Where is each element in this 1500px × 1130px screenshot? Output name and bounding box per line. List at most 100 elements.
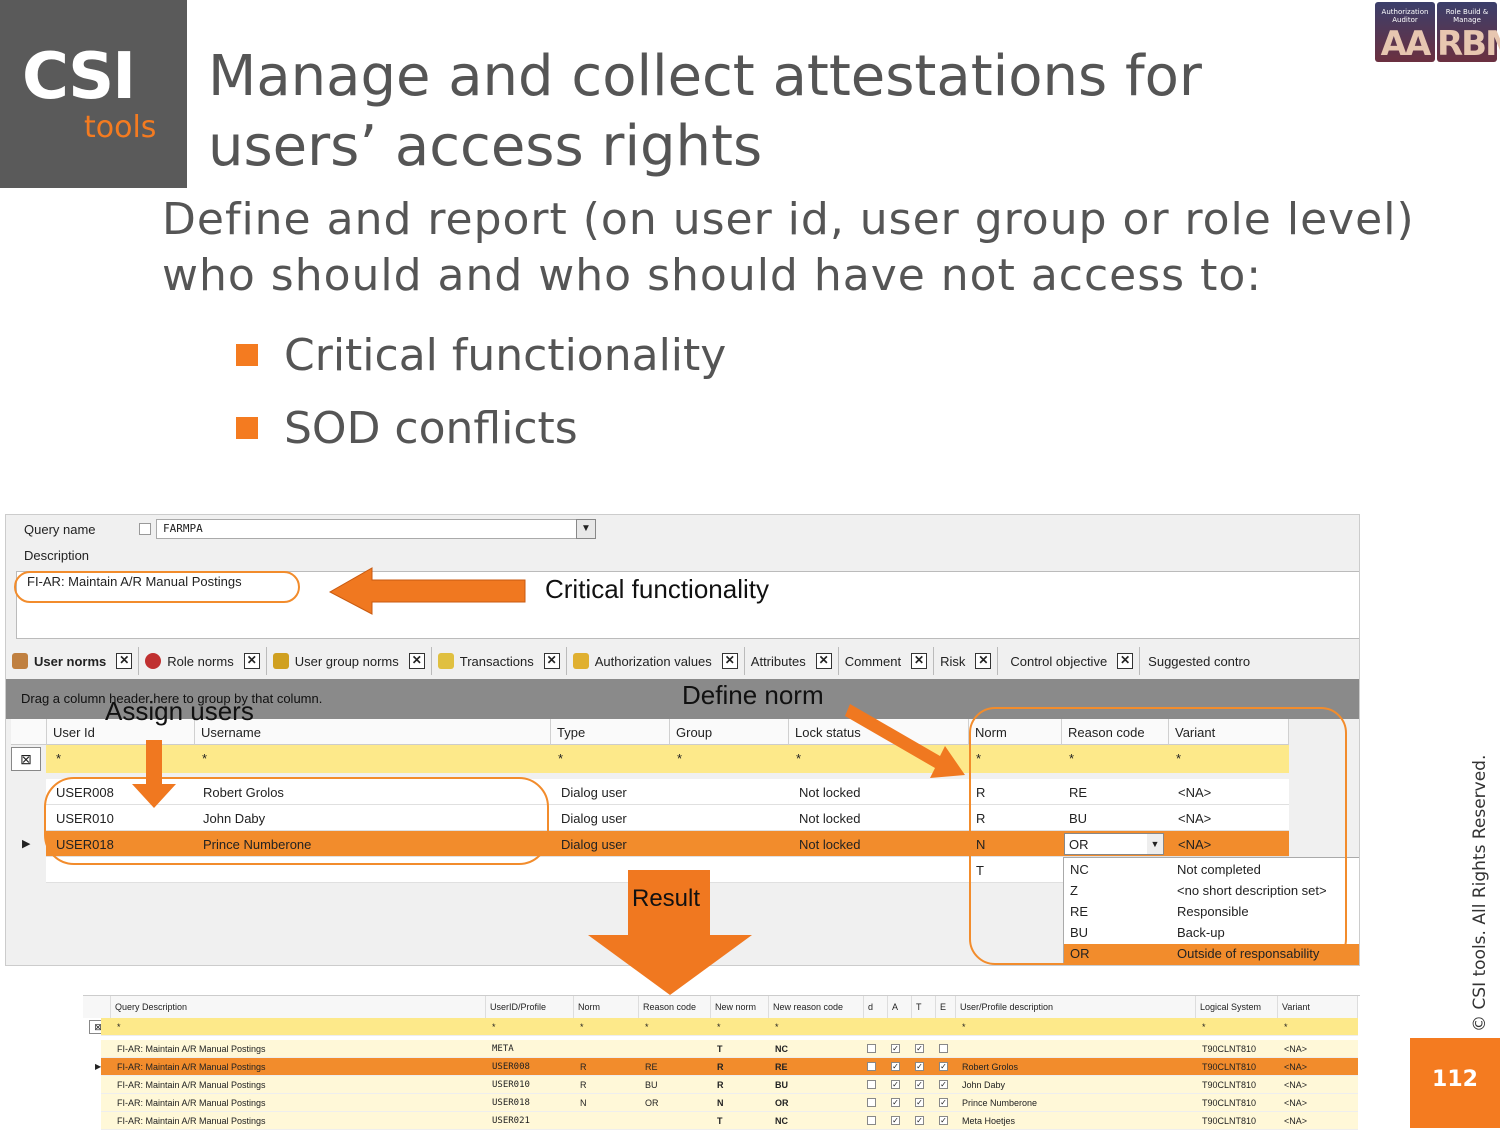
- cell-sys: T90CLNT810: [1202, 1044, 1257, 1054]
- callout-define-norm: Define norm: [682, 680, 824, 710]
- checkbox-d[interactable]: [867, 1098, 876, 1107]
- cell-desc: FI-AR: Maintain A/R Manual Postings: [117, 1116, 266, 1126]
- cell-udesc: Meta Hoetjes: [962, 1116, 1016, 1126]
- arrow-diagonal-icon: [845, 704, 965, 778]
- cell-norm: R: [580, 1080, 587, 1090]
- table-row[interactable]: FI-AR: Maintain A/R Manual Postings USER0…: [101, 1094, 1358, 1112]
- filter-cell[interactable]: *: [117, 1022, 121, 1032]
- row-indicator-header: [83, 996, 111, 1018]
- table-row[interactable]: FI-AR: Maintain A/R Manual Postings USER0…: [101, 1112, 1358, 1130]
- result-grid-screenshot: Query Description UserID/Profile Norm Re…: [83, 995, 1360, 1130]
- cell-sys: T90CLNT810: [1202, 1116, 1257, 1126]
- filter-row[interactable]: * * * * * * * * *: [101, 1018, 1358, 1036]
- filter-cell[interactable]: *: [1202, 1022, 1206, 1032]
- cell-udesc: John Daby: [962, 1080, 1006, 1090]
- col-reason-code[interactable]: Reason code: [639, 996, 711, 1018]
- cell-new-reason: BU: [775, 1080, 788, 1090]
- cell-norm: N: [580, 1098, 587, 1108]
- checkbox-t[interactable]: ✓: [915, 1116, 924, 1125]
- filter-cell[interactable]: *: [775, 1022, 779, 1032]
- cell-udesc: Prince Numberone: [962, 1098, 1038, 1108]
- checkbox-d[interactable]: [867, 1116, 876, 1125]
- cell-reason: BU: [645, 1080, 658, 1090]
- checkbox-e[interactable]: ✓: [939, 1080, 948, 1089]
- checkbox-a[interactable]: ✓: [891, 1098, 900, 1107]
- cell-new-norm: R: [717, 1080, 724, 1090]
- checkbox-e[interactable]: ✓: [939, 1062, 948, 1071]
- checkbox-e[interactable]: [939, 1044, 948, 1053]
- cell-reason: RE: [645, 1062, 658, 1072]
- col-norm[interactable]: Norm: [574, 996, 639, 1018]
- cell-sys: T90CLNT810: [1202, 1062, 1257, 1072]
- checkbox-t[interactable]: ✓: [915, 1098, 924, 1107]
- cell-desc: FI-AR: Maintain A/R Manual Postings: [117, 1062, 266, 1072]
- callout-result: Result: [632, 885, 701, 912]
- col-new-reason-code[interactable]: New reason code: [769, 996, 864, 1018]
- cell-sys: T90CLNT810: [1202, 1098, 1257, 1108]
- checkbox-a[interactable]: ✓: [891, 1044, 900, 1053]
- arrow-down-icon: [132, 740, 176, 808]
- col-query-description[interactable]: Query Description: [111, 996, 486, 1018]
- arrow-left-icon: [328, 567, 526, 615]
- col-new-norm[interactable]: New norm: [711, 996, 769, 1018]
- filter-cell[interactable]: *: [492, 1022, 496, 1032]
- checkbox-t[interactable]: ✓: [915, 1080, 924, 1089]
- cell-variant: <NA>: [1284, 1080, 1308, 1090]
- checkbox-a[interactable]: ✓: [891, 1116, 900, 1125]
- cell-uid: USER018: [492, 1098, 530, 1108]
- callout-assign-users: Assign users: [105, 696, 254, 726]
- callout-critical-functionality: Critical functionality: [545, 574, 769, 604]
- cell-desc: FI-AR: Maintain A/R Manual Postings: [117, 1098, 266, 1108]
- checkbox-e[interactable]: ✓: [939, 1098, 948, 1107]
- cell-desc: FI-AR: Maintain A/R Manual Postings: [117, 1044, 266, 1054]
- filter-cell[interactable]: *: [1284, 1022, 1288, 1032]
- cell-new-reason: RE: [775, 1062, 788, 1072]
- cell-variant: <NA>: [1284, 1044, 1308, 1054]
- cell-reason: OR: [645, 1098, 659, 1108]
- filter-cell[interactable]: *: [645, 1022, 649, 1032]
- annotation-arrows: [132, 567, 965, 995]
- col-e[interactable]: E: [936, 996, 956, 1018]
- table-row-selected[interactable]: FI-AR: Maintain A/R Manual Postings USER0…: [101, 1058, 1358, 1076]
- checkbox-t[interactable]: ✓: [915, 1044, 924, 1053]
- checkbox-a[interactable]: ✓: [891, 1062, 900, 1071]
- checkbox-a[interactable]: ✓: [891, 1080, 900, 1089]
- cell-new-norm: N: [717, 1098, 724, 1108]
- col-variant[interactable]: Variant: [1278, 996, 1358, 1018]
- table-row[interactable]: FI-AR: Maintain A/R Manual Postings META T…: [101, 1040, 1358, 1058]
- filter-cell[interactable]: *: [717, 1022, 721, 1032]
- col-t[interactable]: T: [912, 996, 936, 1018]
- col-user-profile-description[interactable]: User/Profile description: [956, 996, 1196, 1018]
- cell-new-reason: NC: [775, 1116, 788, 1126]
- checkbox-d[interactable]: [867, 1062, 876, 1071]
- row-pointer-icon: ▶: [95, 1062, 102, 1071]
- cell-variant: <NA>: [1284, 1116, 1308, 1126]
- checkbox-d[interactable]: [867, 1080, 876, 1089]
- cell-uid: USER021: [492, 1116, 530, 1126]
- table-row[interactable]: FI-AR: Maintain A/R Manual Postings USER0…: [101, 1076, 1358, 1094]
- checkbox-e[interactable]: ✓: [939, 1116, 948, 1125]
- cell-new-norm: T: [717, 1044, 723, 1054]
- checkbox-d[interactable]: [867, 1044, 876, 1053]
- copyright-text: © CSI tools. All Rights Reserved.: [1470, 754, 1490, 1032]
- cell-uid: META: [492, 1044, 514, 1054]
- cell-variant: <NA>: [1284, 1098, 1308, 1108]
- col-a[interactable]: A: [888, 996, 912, 1018]
- col-logical-system[interactable]: Logical System: [1196, 996, 1278, 1018]
- col-userid-profile[interactable]: UserID/Profile: [486, 996, 574, 1018]
- cell-desc: FI-AR: Maintain A/R Manual Postings: [117, 1080, 266, 1090]
- cell-sys: T90CLNT810: [1202, 1080, 1257, 1090]
- cell-norm: R: [580, 1062, 587, 1072]
- cell-uid: USER010: [492, 1080, 530, 1090]
- filter-cell[interactable]: *: [580, 1022, 584, 1032]
- page-number: 112: [1410, 1038, 1500, 1128]
- filter-cell[interactable]: *: [962, 1022, 966, 1032]
- cell-variant: <NA>: [1284, 1062, 1308, 1072]
- col-d[interactable]: d: [864, 996, 888, 1018]
- cell-uid: USER008: [492, 1062, 530, 1072]
- checkbox-t[interactable]: ✓: [915, 1062, 924, 1071]
- cell-new-reason: OR: [775, 1098, 789, 1108]
- cell-new-norm: R: [717, 1062, 724, 1072]
- cell-udesc: Robert Grolos: [962, 1062, 1019, 1072]
- cell-new-norm: T: [717, 1116, 723, 1126]
